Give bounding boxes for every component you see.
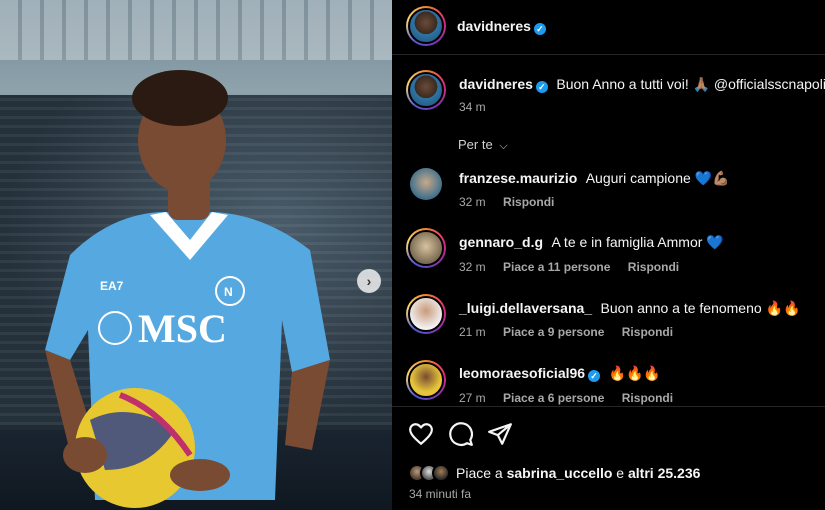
commenter-username[interactable]: _luigi.dellaversana_ (459, 300, 592, 316)
likes-others[interactable]: altri 25.236 (628, 465, 700, 481)
reply-button[interactable]: Rispondi (503, 195, 554, 209)
svg-text:MSC: MSC (138, 306, 227, 351)
comment-item: leomoraesoficial96 ✓ 🔥🔥🔥 27 m Piace a 6 p… (392, 358, 825, 406)
carousel-next-button[interactable]: › (357, 269, 381, 293)
verified-badge-icon: ✓ (533, 23, 546, 35)
comment-time: 21 m (459, 325, 486, 339)
comment-likes[interactable]: Piace a 6 persone (503, 391, 604, 405)
likes-user[interactable]: sabrina_uccello (507, 465, 613, 481)
svg-text:N: N (224, 285, 233, 299)
share-icon[interactable] (487, 421, 513, 447)
reply-button[interactable]: Rispondi (622, 391, 673, 405)
commenter-username[interactable]: franzese.maurizio (459, 170, 577, 186)
verified-badge-icon: ✓ (535, 81, 548, 93)
caption-avatar[interactable] (406, 70, 446, 110)
commenter-avatar[interactable] (406, 294, 446, 334)
verified-badge-icon: ✓ (588, 370, 601, 382)
comment-item: _luigi.dellaversana_ Buon anno a te feno… (392, 292, 825, 342)
comment-time: 32 m (459, 260, 486, 274)
svg-text:EA7: EA7 (100, 279, 124, 293)
reply-button[interactable]: Rispondi (622, 325, 673, 339)
comment-icon[interactable] (448, 421, 474, 447)
commenter-avatar[interactable] (406, 360, 446, 400)
comment-text: Buon anno a te fenomeno 🔥🔥 (600, 300, 801, 316)
commenter-username[interactable]: leomoraesoficial96 (459, 365, 585, 381)
liker-avatar (432, 464, 450, 482)
likes-summary[interactable]: Piace a sabrina_uccello e altri 25.236 (408, 464, 700, 482)
commenter-avatar[interactable] (406, 228, 446, 268)
likes-mid: e (612, 465, 628, 481)
comment-item: franzese.maurizio Auguri campione 💙💪🏽 32… (392, 165, 825, 215)
post-actions: Piace a sabrina_uccello e altri 25.236 3… (392, 406, 825, 510)
caption: davidneres ✓ Buon Anno a tutti voi! 🙏🏽 @o… (392, 65, 825, 115)
post-header: davidneres ✓ (392, 0, 825, 55)
chevron-right-icon: › (366, 273, 372, 289)
comment-text: A te e in famiglia Ammor 💙 (551, 234, 724, 250)
reply-button[interactable]: Rispondi (628, 260, 679, 274)
comment-text: Auguri campione 💙💪🏽 (585, 170, 730, 186)
comment-text: 🔥🔥🔥 (608, 365, 661, 381)
caption-time: 34 m (459, 100, 486, 114)
commenter-avatar[interactable] (410, 168, 442, 200)
post-image: MSC EA7 N › (0, 0, 392, 510)
comment-item: gennaro_d.g A te e in famiglia Ammor 💙 3… (392, 228, 825, 278)
comment-time: 32 m (459, 195, 486, 209)
heart-icon[interactable] (408, 421, 434, 447)
sort-selector[interactable]: Per te ⌵ (458, 137, 508, 153)
author-username[interactable]: davidneres (457, 18, 531, 34)
chevron-down-icon: ⌵ (499, 140, 508, 152)
post-detail-panel: davidneres ✓ davidneres ✓ Buon Anno a tutt… (392, 0, 825, 510)
post-time: 34 minuti fa (409, 487, 472, 501)
sort-label: Per te (458, 137, 493, 152)
likes-prefix: Piace a (456, 465, 507, 481)
commenter-username[interactable]: gennaro_d.g (459, 234, 543, 250)
player-figure: MSC EA7 N (45, 70, 330, 508)
caption-username[interactable]: davidneres (459, 76, 533, 92)
comment-likes[interactable]: Piace a 9 persone (503, 325, 604, 339)
comment-time: 27 m (459, 391, 486, 405)
comment-likes[interactable]: Piace a 11 persone (503, 260, 610, 274)
author-avatar[interactable] (406, 6, 446, 46)
caption-text: Buon Anno a tutti voi! 🙏🏽 @officialsscna… (556, 76, 825, 92)
